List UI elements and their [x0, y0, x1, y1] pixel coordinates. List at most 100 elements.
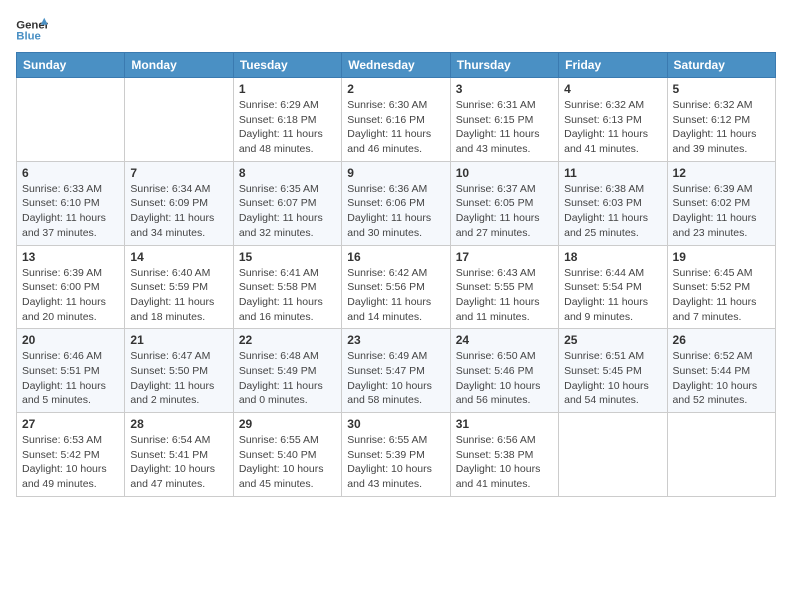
dow-header: Monday [125, 53, 233, 78]
logo: General Blue [16, 16, 48, 44]
dow-header: Friday [559, 53, 667, 78]
day-info: Sunrise: 6:35 AM Sunset: 6:07 PM Dayligh… [239, 182, 336, 241]
day-info: Sunrise: 6:54 AM Sunset: 5:41 PM Dayligh… [130, 433, 227, 492]
calendar-cell [559, 413, 667, 497]
day-number: 17 [456, 250, 553, 264]
dow-header: Thursday [450, 53, 558, 78]
calendar-week: 20 Sunrise: 6:46 AM Sunset: 5:51 PM Dayli… [17, 329, 776, 413]
day-number: 16 [347, 250, 444, 264]
calendar-cell: 26Sunrise: 6:52 AM Sunset: 5:44 PM Dayli… [667, 329, 775, 413]
day-info: Sunrise: 6:45 AM Sunset: 5:52 PM Dayligh… [673, 266, 770, 325]
calendar-table: SundayMondayTuesdayWednesdayThursdayFrid… [16, 52, 776, 497]
calendar-week: 13 Sunrise: 6:39 AM Sunset: 6:00 PM Dayli… [17, 245, 776, 329]
calendar-cell: 23Sunrise: 6:49 AM Sunset: 5:47 PM Dayli… [342, 329, 450, 413]
day-info: Sunrise: 6:34 AM Sunset: 6:09 PM Dayligh… [130, 182, 227, 241]
day-number: 19 [673, 250, 770, 264]
calendar-body: 1 Sunrise: 6:29 AM Sunset: 6:18 PM Daylig… [17, 78, 776, 497]
calendar-cell [667, 413, 775, 497]
day-info: Sunrise: 6:53 AM Sunset: 5:42 PM Dayligh… [22, 433, 119, 492]
day-number: 9 [347, 166, 444, 180]
day-of-week-row: SundayMondayTuesdayWednesdayThursdayFrid… [17, 53, 776, 78]
day-number: 30 [347, 417, 444, 431]
calendar-cell: 21 Sunrise: 6:47 AM Sunset: 5:50 PM Dayli… [125, 329, 233, 413]
day-number: 1 [239, 82, 336, 96]
dow-header: Tuesday [233, 53, 341, 78]
day-number: 21 [130, 333, 227, 347]
day-info: Sunrise: 6:55 AM Sunset: 5:40 PM Dayligh… [239, 433, 336, 492]
calendar-cell: 19 Sunrise: 6:45 AM Sunset: 5:52 PM Dayli… [667, 245, 775, 329]
calendar-cell: 7 Sunrise: 6:34 AM Sunset: 6:09 PM Daylig… [125, 161, 233, 245]
day-info: Sunrise: 6:50 AM Sunset: 5:46 PM Dayligh… [456, 349, 553, 408]
day-number: 25 [564, 333, 661, 347]
logo-icon: General Blue [16, 16, 48, 44]
calendar-cell: 4Sunrise: 6:32 AM Sunset: 6:13 PM Daylig… [559, 78, 667, 162]
dow-header: Sunday [17, 53, 125, 78]
day-info: Sunrise: 6:56 AM Sunset: 5:38 PM Dayligh… [456, 433, 553, 492]
calendar-cell: 22Sunrise: 6:48 AM Sunset: 5:49 PM Dayli… [233, 329, 341, 413]
calendar-cell: 16Sunrise: 6:42 AM Sunset: 5:56 PM Dayli… [342, 245, 450, 329]
day-number: 31 [456, 417, 553, 431]
calendar-week: 6 Sunrise: 6:33 AM Sunset: 6:10 PM Daylig… [17, 161, 776, 245]
calendar-cell: 14Sunrise: 6:40 AM Sunset: 5:59 PM Dayli… [125, 245, 233, 329]
day-info: Sunrise: 6:43 AM Sunset: 5:55 PM Dayligh… [456, 266, 553, 325]
day-number: 6 [22, 166, 119, 180]
calendar-week: 1 Sunrise: 6:29 AM Sunset: 6:18 PM Daylig… [17, 78, 776, 162]
calendar-cell: 5 Sunrise: 6:32 AM Sunset: 6:12 PM Daylig… [667, 78, 775, 162]
day-number: 29 [239, 417, 336, 431]
day-info: Sunrise: 6:55 AM Sunset: 5:39 PM Dayligh… [347, 433, 444, 492]
dow-header: Saturday [667, 53, 775, 78]
calendar-cell: 18 Sunrise: 6:44 AM Sunset: 5:54 PM Dayli… [559, 245, 667, 329]
calendar-cell: 20 Sunrise: 6:46 AM Sunset: 5:51 PM Dayli… [17, 329, 125, 413]
day-info: Sunrise: 6:32 AM Sunset: 6:12 PM Dayligh… [673, 98, 770, 157]
day-number: 8 [239, 166, 336, 180]
day-info: Sunrise: 6:44 AM Sunset: 5:54 PM Dayligh… [564, 266, 661, 325]
day-info: Sunrise: 6:33 AM Sunset: 6:10 PM Dayligh… [22, 182, 119, 241]
day-number: 24 [456, 333, 553, 347]
day-info: Sunrise: 6:39 AM Sunset: 6:00 PM Dayligh… [22, 266, 119, 325]
calendar-cell [125, 78, 233, 162]
svg-text:Blue: Blue [16, 31, 41, 43]
calendar-cell: 8 Sunrise: 6:35 AM Sunset: 6:07 PM Daylig… [233, 161, 341, 245]
calendar-week: 27 Sunrise: 6:53 AM Sunset: 5:42 PM Dayli… [17, 413, 776, 497]
calendar-cell: 6 Sunrise: 6:33 AM Sunset: 6:10 PM Daylig… [17, 161, 125, 245]
calendar-cell: 17 Sunrise: 6:43 AM Sunset: 5:55 PM Dayli… [450, 245, 558, 329]
day-number: 28 [130, 417, 227, 431]
day-info: Sunrise: 6:38 AM Sunset: 6:03 PM Dayligh… [564, 182, 661, 241]
dow-header: Wednesday [342, 53, 450, 78]
day-number: 20 [22, 333, 119, 347]
day-number: 10 [456, 166, 553, 180]
calendar-cell: 10 Sunrise: 6:37 AM Sunset: 6:05 PM Dayli… [450, 161, 558, 245]
day-number: 11 [564, 166, 661, 180]
page-header: General Blue [16, 16, 776, 44]
day-info: Sunrise: 6:37 AM Sunset: 6:05 PM Dayligh… [456, 182, 553, 241]
day-info: Sunrise: 6:39 AM Sunset: 6:02 PM Dayligh… [673, 182, 770, 241]
calendar-cell: 31 Sunrise: 6:56 AM Sunset: 5:38 PM Dayli… [450, 413, 558, 497]
day-info: Sunrise: 6:41 AM Sunset: 5:58 PM Dayligh… [239, 266, 336, 325]
day-number: 7 [130, 166, 227, 180]
day-number: 27 [22, 417, 119, 431]
day-number: 12 [673, 166, 770, 180]
day-number: 4 [564, 82, 661, 96]
day-info: Sunrise: 6:46 AM Sunset: 5:51 PM Dayligh… [22, 349, 119, 408]
day-number: 13 [22, 250, 119, 264]
calendar-cell: 24 Sunrise: 6:50 AM Sunset: 5:46 PM Dayli… [450, 329, 558, 413]
day-info: Sunrise: 6:47 AM Sunset: 5:50 PM Dayligh… [130, 349, 227, 408]
calendar-cell: 29 Sunrise: 6:55 AM Sunset: 5:40 PM Dayli… [233, 413, 341, 497]
day-info: Sunrise: 6:52 AM Sunset: 5:44 PM Dayligh… [673, 349, 770, 408]
calendar-cell: 25 Sunrise: 6:51 AM Sunset: 5:45 PM Dayli… [559, 329, 667, 413]
day-info: Sunrise: 6:49 AM Sunset: 5:47 PM Dayligh… [347, 349, 444, 408]
day-number: 5 [673, 82, 770, 96]
calendar-cell: 11 Sunrise: 6:38 AM Sunset: 6:03 PM Dayli… [559, 161, 667, 245]
day-number: 18 [564, 250, 661, 264]
calendar-cell: 30 Sunrise: 6:55 AM Sunset: 5:39 PM Dayli… [342, 413, 450, 497]
day-number: 14 [130, 250, 227, 264]
calendar-cell [17, 78, 125, 162]
day-number: 22 [239, 333, 336, 347]
calendar-cell: 9Sunrise: 6:36 AM Sunset: 6:06 PM Daylig… [342, 161, 450, 245]
calendar-cell: 2Sunrise: 6:30 AM Sunset: 6:16 PM Daylig… [342, 78, 450, 162]
calendar-cell: 13 Sunrise: 6:39 AM Sunset: 6:00 PM Dayli… [17, 245, 125, 329]
day-number: 15 [239, 250, 336, 264]
day-info: Sunrise: 6:51 AM Sunset: 5:45 PM Dayligh… [564, 349, 661, 408]
day-number: 3 [456, 82, 553, 96]
day-info: Sunrise: 6:29 AM Sunset: 6:18 PM Dayligh… [239, 98, 336, 157]
